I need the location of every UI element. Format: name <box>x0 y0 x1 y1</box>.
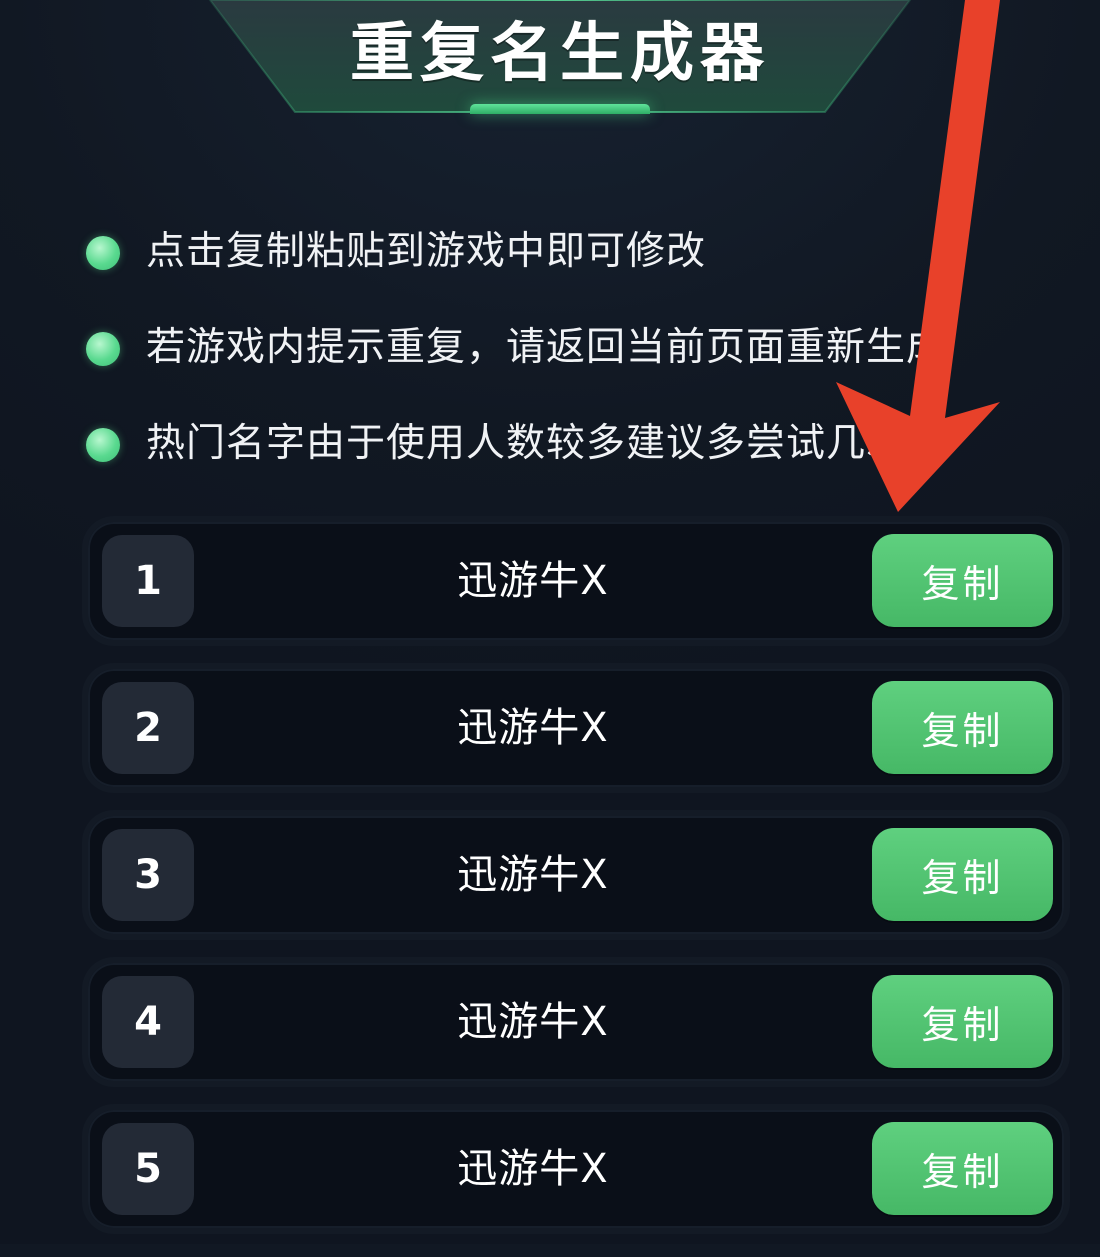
tip-text: 点击复制粘贴到游戏中即可修改 <box>146 229 707 274</box>
title-accent-bar <box>470 104 650 114</box>
name-row: 2 迅游牛X 复制 <box>88 669 1064 787</box>
green-dot-icon <box>86 428 120 462</box>
tip-item: 热门名字由于使用人数较多建议多尝试几次 <box>86 414 1046 510</box>
row-index-badge: 3 <box>102 829 194 921</box>
name-row: 1 迅游牛X 复制 <box>88 522 1064 640</box>
copy-button[interactable]: 复制 <box>872 828 1053 921</box>
green-dot-icon <box>86 236 120 270</box>
generated-name: 迅游牛X <box>457 705 609 751</box>
tip-item: 点击复制粘贴到游戏中即可修改 <box>86 222 1046 318</box>
row-index-badge: 1 <box>102 535 194 627</box>
row-index-badge: 5 <box>102 1123 194 1215</box>
generated-name: 迅游牛X <box>457 1146 609 1192</box>
name-row: 4 迅游牛X 复制 <box>88 963 1064 1081</box>
copy-button[interactable]: 复制 <box>872 975 1053 1068</box>
copy-button[interactable]: 复制 <box>872 1122 1053 1215</box>
generated-name: 迅游牛X <box>457 558 609 604</box>
tip-text: 若游戏内提示重复，请返回当前页面重新生成 <box>146 325 947 370</box>
generated-name: 迅游牛X <box>457 999 609 1045</box>
tip-item: 若游戏内提示重复，请返回当前页面重新生成 <box>86 318 1046 414</box>
header-banner: 重复名生成器 <box>200 0 920 115</box>
row-index-badge: 4 <box>102 976 194 1068</box>
page-title: 重复名生成器 <box>350 17 770 91</box>
name-list: 1 迅游牛X 复制 2 迅游牛X 复制 3 迅游牛X 复制 4 迅游牛X 复制 … <box>88 522 1064 1257</box>
tip-text: 热门名字由于使用人数较多建议多尝试几次 <box>146 421 907 466</box>
name-row: 5 迅游牛X 复制 <box>88 1110 1064 1228</box>
name-row: 3 迅游牛X 复制 <box>88 816 1064 934</box>
generated-name: 迅游牛X <box>457 852 609 898</box>
green-dot-icon <box>86 332 120 366</box>
tips-list: 点击复制粘贴到游戏中即可修改 若游戏内提示重复，请返回当前页面重新生成 热门名字… <box>86 222 1046 510</box>
copy-button[interactable]: 复制 <box>872 534 1053 627</box>
copy-button[interactable]: 复制 <box>872 681 1053 774</box>
row-index-badge: 2 <box>102 682 194 774</box>
